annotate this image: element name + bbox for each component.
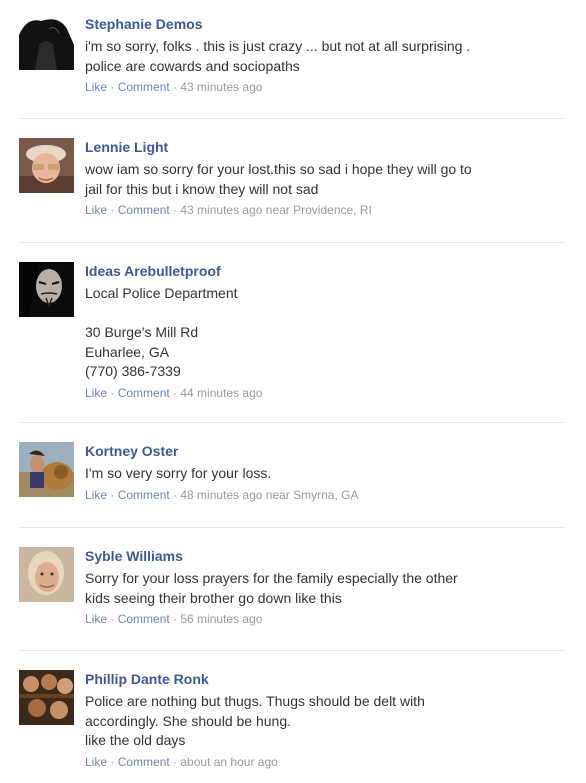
comment-link[interactable]: Comment [118,386,170,400]
comment-link[interactable]: Comment [118,755,170,769]
commenter-name[interactable]: Ideas Arebulletproof [85,262,555,280]
comment-body: Phillip Dante Ronk Police are nothing bu… [85,670,555,770]
comment-text: Sorry for your loss prayers for the fami… [85,570,458,606]
like-link[interactable]: Like [85,612,107,626]
avatar-image [19,15,74,70]
separator: · [107,80,118,94]
like-link[interactable]: Like [85,203,107,217]
avatar-image [19,262,74,317]
timestamp[interactable]: 56 minutes ago [180,612,262,626]
comment-meta: Like · Comment · about an hour ago [85,754,555,770]
divider [19,527,565,528]
avatar-image [19,670,74,725]
comment-link[interactable]: Comment [118,203,170,217]
comment-meta: Like · Comment · 43 minutes ago near Pro… [85,202,555,218]
comment-meta: Like · Comment · 44 minutes ago [85,385,555,401]
comment-link[interactable]: Comment [118,612,170,626]
comment-link[interactable]: Comment [118,80,170,94]
separator: · [169,487,181,502]
commenter-name[interactable]: Lennie Light [85,138,555,156]
separator: · [169,203,181,217]
avatar-image [19,442,74,497]
comment-body: Ideas Arebulletproof Local Police Depart… [85,262,555,401]
avatar[interactable] [19,15,74,70]
comment-text: I'm so very sorry for your loss. [85,465,272,481]
avatar[interactable] [19,262,74,317]
comment-meta: Like · Comment · 48 minutes ago near Smy… [85,487,555,503]
comment-link[interactable]: Comment [118,488,170,502]
separator: · [107,612,118,626]
like-link[interactable]: Like [85,488,107,502]
separator: · [107,487,118,502]
separator: · [169,385,181,400]
comment-text: wow iam so sorry for your lost.this so s… [85,161,472,197]
like-link[interactable]: Like [85,755,107,769]
avatar[interactable] [19,138,74,193]
comment-text: Police are nothing but thugs. Thugs shou… [85,693,425,748]
avatar-image [19,138,74,193]
comment-meta: Like · Comment · 56 minutes ago [85,611,555,627]
avatar-image [19,547,74,602]
divider [19,118,565,119]
comment-text: i'm so sorry, folks . this is just crazy… [85,38,471,74]
timestamp[interactable]: 43 minutes ago [180,203,262,217]
timestamp[interactable]: 43 minutes ago [180,80,262,94]
avatar[interactable] [19,670,74,725]
location: near Providence, RI [265,203,372,217]
comment-body: Kortney Oster I'm so very sorry for your… [85,442,555,503]
separator: · [169,80,181,94]
avatar[interactable] [19,442,74,497]
location: near Smyrna, GA [265,487,359,502]
comment-text: Local Police Department 30 Burge's Mill … [85,285,238,379]
avatar[interactable] [19,547,74,602]
separator: · [107,385,118,400]
separator: · [107,754,118,769]
comment-body: Stephanie Demos i'm so sorry, folks . th… [85,15,555,95]
like-link[interactable]: Like [85,386,107,400]
comment-meta: Like · Comment · 43 minutes ago [85,79,555,95]
divider [19,242,565,243]
comment-body: Lennie Light wow iam so sorry for your l… [85,138,555,218]
comment-body: Syble Williams Sorry for your loss praye… [85,547,555,627]
divider [19,650,565,651]
timestamp[interactable]: about an hour ago [180,755,277,769]
commenter-name[interactable]: Syble Williams [85,547,555,565]
timestamp[interactable]: 44 minutes ago [180,386,262,400]
timestamp[interactable]: 48 minutes ago [180,488,262,502]
commenter-name[interactable]: Phillip Dante Ronk [85,670,555,688]
commenter-name[interactable]: Stephanie Demos [85,15,555,33]
commenter-name[interactable]: Kortney Oster [85,442,555,460]
like-link[interactable]: Like [85,80,107,94]
divider [19,422,565,423]
separator: · [169,754,181,769]
separator: · [107,203,118,217]
separator: · [169,612,181,626]
